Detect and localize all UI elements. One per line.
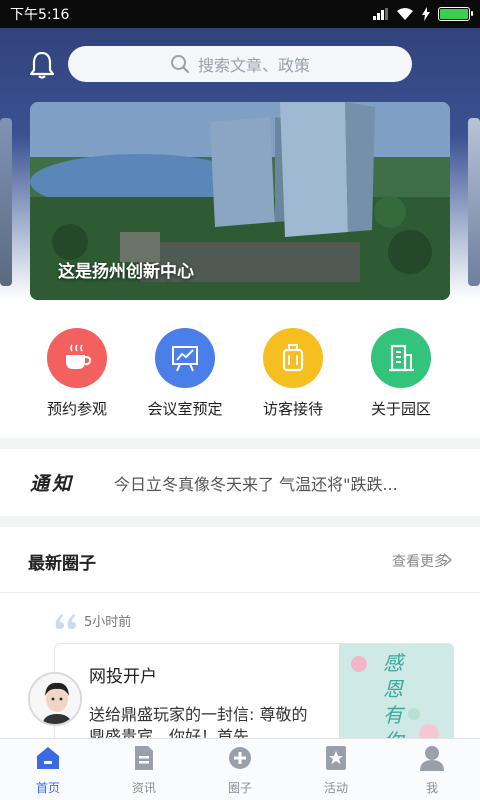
quick-action-label: 预约参观 bbox=[46, 400, 107, 418]
tab-label: 活动 bbox=[323, 781, 348, 795]
tab-activities[interactable]: 活动 bbox=[288, 739, 384, 800]
battery-icon bbox=[438, 7, 473, 21]
search-icon bbox=[170, 55, 190, 74]
banner-slide[interactable]: 这是扬州创新中心 bbox=[30, 102, 450, 300]
status-time: 下午5:16 bbox=[10, 7, 70, 23]
tab-home[interactable]: 首页 bbox=[0, 739, 96, 800]
tab-label: 首页 bbox=[35, 781, 60, 795]
section-title: 最新圈子 bbox=[28, 554, 96, 574]
post-time: 5小时前 bbox=[84, 615, 132, 630]
notice-text: 今日立冬真像冬天来了 气温还将"跌跌... bbox=[114, 474, 398, 494]
quick-action-label: 会议室预定 bbox=[147, 400, 223, 418]
star-badge-icon bbox=[326, 746, 346, 770]
section-header: 最新圈子 查看更多 bbox=[0, 527, 480, 593]
bottom-tab-bar: 首页 资讯 圈子 活动 我 bbox=[0, 738, 480, 800]
tab-label: 我 bbox=[425, 781, 438, 795]
banner-next-peek[interactable] bbox=[468, 118, 480, 286]
tab-news[interactable]: 资讯 bbox=[96, 739, 192, 800]
notice-title: 通知 bbox=[30, 473, 75, 495]
chevron-right-icon[interactable] bbox=[443, 553, 452, 567]
quick-action-meeting-room[interactable]: 会议室预定 bbox=[125, 328, 245, 419]
wifi-icon bbox=[397, 8, 413, 20]
tab-label: 圈子 bbox=[227, 781, 252, 795]
quick-action-visit[interactable]: 预约参观 bbox=[17, 328, 137, 419]
search-input[interactable]: 搜索文章、政策 bbox=[68, 46, 412, 82]
presentation-board-icon bbox=[155, 328, 215, 388]
charging-icon bbox=[422, 7, 430, 21]
search-placeholder: 搜索文章、政策 bbox=[197, 56, 310, 75]
signal-icon bbox=[373, 8, 388, 20]
building-icon bbox=[371, 328, 431, 388]
post-time-row: 5小时前 bbox=[54, 611, 131, 630]
post-author: 网投开户 bbox=[89, 667, 157, 687]
quick-action-about-park[interactable]: 关于园区 bbox=[341, 328, 461, 419]
see-more-link[interactable]: 查看更多 bbox=[392, 551, 448, 571]
news-icon bbox=[135, 746, 153, 770]
quick-action-visitor[interactable]: 访客接待 bbox=[233, 328, 353, 419]
avatar[interactable] bbox=[28, 672, 82, 726]
quote-icon bbox=[55, 613, 76, 629]
notice-bar[interactable]: 通知 今日立冬真像冬天来了 气温还将"跌跌... bbox=[0, 449, 480, 516]
coffee-cup-icon bbox=[47, 328, 107, 388]
tab-circles[interactable]: 圈子 bbox=[192, 739, 288, 800]
quick-action-label: 关于园区 bbox=[370, 400, 431, 418]
quick-actions: 预约参观 会议室预定 访客接待 关于园区 bbox=[0, 300, 480, 438]
tab-me[interactable]: 我 bbox=[384, 739, 480, 800]
home-icon bbox=[37, 747, 59, 769]
post-image: 感恩有你 bbox=[339, 644, 453, 752]
post-card[interactable]: 网投开户 送给鼎盛玩家的一封信: 尊敬的鼎盛贵宾，你好！首先 感恩有你 bbox=[54, 643, 454, 753]
circle-plus-icon bbox=[229, 747, 251, 769]
bell-icon[interactable] bbox=[28, 50, 56, 80]
tab-label: 资讯 bbox=[131, 781, 156, 795]
status-bar: 下午5:16 bbox=[0, 0, 480, 28]
quick-action-label: 访客接待 bbox=[262, 400, 323, 418]
person-icon bbox=[420, 746, 444, 771]
banner-prev-peek[interactable] bbox=[0, 118, 12, 286]
banner-caption: 这是扬州创新中心 bbox=[58, 262, 194, 282]
luggage-icon bbox=[263, 328, 323, 388]
